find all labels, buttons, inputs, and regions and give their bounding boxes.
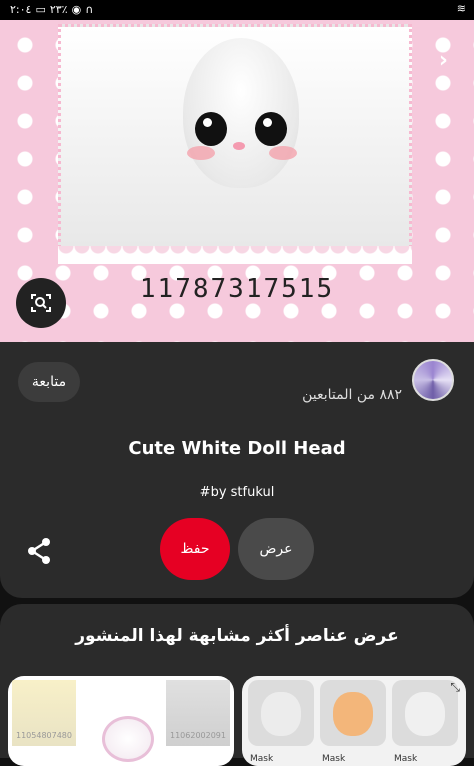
pin-title: Cute White Doll Head bbox=[128, 438, 346, 459]
right-eye bbox=[255, 112, 287, 146]
doll-head-image bbox=[183, 38, 299, 188]
related-pin-card[interactable]: 11054807480 11062002091 bbox=[8, 676, 234, 766]
mask-thumbnail bbox=[248, 680, 314, 746]
wifi-icon: ≋ bbox=[456, 2, 466, 15]
mask-thumbnail bbox=[392, 680, 458, 746]
status-time: ٢:٠٤ bbox=[10, 3, 32, 16]
follow-button[interactable]: متابعة bbox=[18, 362, 80, 402]
expand-icon[interactable]: ⤡ bbox=[450, 680, 460, 695]
mask-label: Mask bbox=[250, 754, 274, 764]
eye-icon: ◉ bbox=[71, 3, 82, 16]
follower-count: ٨٨٢ من المتابعين bbox=[302, 387, 402, 403]
mask-label: Mask bbox=[322, 754, 346, 764]
left-blush bbox=[187, 146, 215, 160]
mask-label: Mask bbox=[394, 754, 418, 764]
asset-id-text: 11787317515 bbox=[139, 274, 335, 304]
related-pin-card[interactable]: ⤡ Mask Mask Mask bbox=[242, 676, 466, 766]
mouth bbox=[233, 142, 245, 150]
mask-face bbox=[405, 692, 445, 736]
thumbnail-id-text: 11062002091 bbox=[170, 731, 226, 740]
battery-icon: ▭ bbox=[35, 3, 46, 16]
status-right: ≋ bbox=[457, 2, 466, 15]
save-button[interactable]: حفظ bbox=[160, 518, 230, 580]
more-like-this-section: عرض عناصر أكثر مشابهة لهذا المنشور 11054… bbox=[0, 604, 474, 766]
thumbnail-id-text: 11054807480 bbox=[16, 731, 72, 740]
battery-text: ٢٣٪ bbox=[49, 3, 68, 16]
mask-face bbox=[261, 692, 301, 736]
lace-trim bbox=[58, 246, 412, 264]
visual-search-button[interactable] bbox=[16, 278, 66, 328]
left-eye bbox=[195, 112, 227, 146]
thumbnail-image: 11062002091 bbox=[166, 680, 230, 746]
status-left: ٢:٠٤ ▭ ٢٣٪ ◉ ∩ bbox=[10, 3, 93, 16]
share-icon[interactable] bbox=[24, 536, 54, 566]
creator-avatar[interactable] bbox=[412, 359, 454, 401]
pin-tag[interactable]: #by stfukul bbox=[0, 485, 474, 500]
right-blush bbox=[269, 146, 297, 160]
status-bar: ٢:٠٤ ▭ ٢٣٪ ◉ ∩ ≋ bbox=[0, 0, 474, 20]
mask-thumbnail bbox=[320, 680, 386, 746]
doll-head-thumbnail bbox=[102, 716, 154, 762]
pin-image[interactable]: › 11787317515 bbox=[0, 20, 474, 342]
headset-icon: ∩ bbox=[85, 3, 94, 16]
mask-face bbox=[333, 692, 373, 736]
more-like-this-title: عرض عناصر أكثر مشابهة لهذا المنشور bbox=[75, 626, 399, 646]
pin-details-panel: متابعة ٨٨٢ من المتابعين Cute White Doll … bbox=[0, 342, 474, 598]
lens-search-icon bbox=[31, 294, 51, 312]
chevron-right-icon[interactable]: › bbox=[439, 48, 448, 73]
view-button[interactable]: عرض bbox=[238, 518, 314, 580]
thumbnail-image: 11054807480 bbox=[12, 680, 76, 746]
